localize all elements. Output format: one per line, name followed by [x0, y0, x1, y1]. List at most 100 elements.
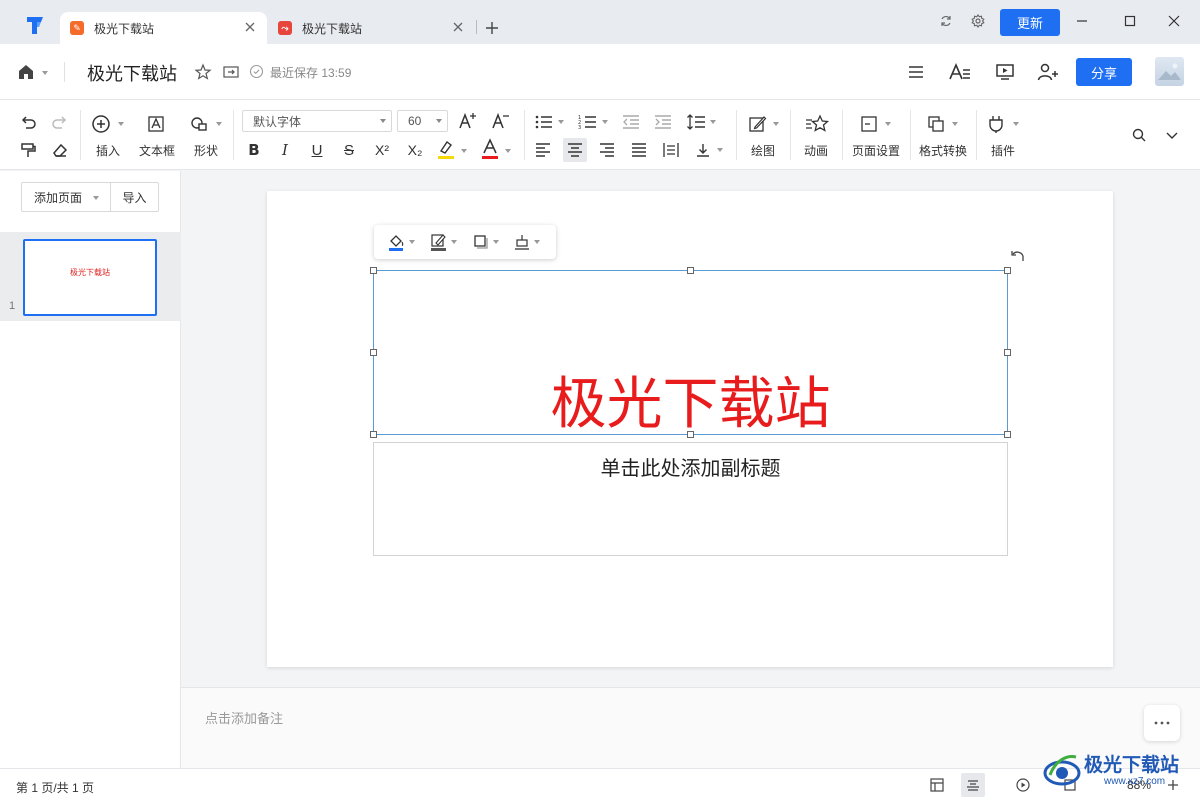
minimize-icon[interactable] — [1069, 8, 1095, 34]
textbox-label[interactable]: 文本框 — [139, 142, 175, 159]
tab-document-2[interactable]: ⤳ 极光下载站 — [268, 12, 475, 44]
highlight-icon[interactable] — [435, 138, 457, 160]
italic-icon[interactable]: I — [274, 139, 296, 161]
draw-label[interactable]: 绘图 — [751, 142, 775, 159]
font-color-dropdown-icon[interactable] — [505, 149, 511, 153]
window-close-icon[interactable] — [1161, 8, 1187, 34]
collapse-toolbar-chevron-icon[interactable] — [1161, 124, 1183, 146]
menu-icon[interactable] — [903, 59, 929, 85]
resize-handle[interactable] — [687, 267, 694, 274]
page-setup-label[interactable]: 页面设置 — [852, 142, 900, 159]
home-dropdown-icon[interactable] — [42, 71, 48, 75]
bullet-list-dropdown-icon[interactable] — [558, 120, 564, 124]
star-icon[interactable] — [190, 59, 216, 85]
textbox-icon[interactable] — [145, 113, 167, 135]
title-textbox[interactable]: 极光下载站 — [370, 267, 1011, 438]
border-color-icon[interactable] — [430, 233, 448, 251]
subscript-icon[interactable]: X₂ — [404, 139, 426, 161]
underline-icon[interactable]: U — [306, 139, 328, 161]
add-collaborator-icon[interactable] — [1035, 59, 1061, 85]
font-family-select[interactable]: 默认字体 — [242, 110, 392, 132]
resize-handle[interactable] — [1004, 431, 1011, 438]
format-convert-label[interactable]: 格式转换 — [919, 142, 967, 159]
numbered-list-dropdown-icon[interactable] — [602, 120, 608, 124]
home-icon[interactable] — [13, 59, 39, 85]
close-icon[interactable] — [451, 20, 465, 34]
resize-handle[interactable] — [370, 349, 377, 356]
resize-handle[interactable] — [370, 431, 377, 438]
slide-thumbnail[interactable]: 极光下载站 — [23, 239, 157, 316]
border-color-dropdown-icon[interactable] — [451, 240, 457, 244]
play-slideshow-icon[interactable] — [1015, 777, 1031, 793]
resize-handle[interactable] — [1004, 349, 1011, 356]
plugin-icon[interactable] — [985, 113, 1007, 135]
numbered-list-icon[interactable]: 123 — [577, 111, 599, 133]
slide[interactable]: 极光下载站 单击此处添加副标题 — [267, 191, 1113, 667]
fill-color-dropdown-icon[interactable] — [409, 240, 415, 244]
font-color-icon[interactable] — [479, 138, 501, 160]
text-format-icon[interactable] — [947, 59, 973, 85]
align-center-icon[interactable] — [563, 138, 587, 162]
rotate-handle-icon[interactable] — [1009, 248, 1027, 266]
shape-dropdown-icon[interactable] — [216, 122, 222, 126]
notes-placeholder[interactable]: 点击添加备注 — [205, 708, 283, 727]
subtitle-textbox[interactable]: 单击此处添加副标题 — [373, 442, 1008, 556]
insert-label[interactable]: 插入 — [96, 142, 120, 159]
distribute-icon[interactable] — [660, 139, 682, 161]
draw-icon[interactable] — [746, 113, 768, 135]
close-icon[interactable] — [243, 20, 257, 34]
document-title[interactable]: 极光下载站 — [87, 60, 177, 86]
format-convert-icon[interactable] — [925, 113, 947, 135]
notes-view-icon[interactable] — [961, 773, 985, 797]
insert-dropdown-icon[interactable] — [118, 122, 124, 126]
shape-icon[interactable] — [188, 113, 210, 135]
superscript-icon[interactable]: X² — [371, 139, 393, 161]
slide-title-text[interactable]: 极光下载站 — [374, 359, 1007, 440]
share-button[interactable]: 分享 — [1076, 58, 1132, 86]
slide-thumbnail-row[interactable]: 1 极光下载站 — [0, 232, 181, 321]
animation-label[interactable]: 动画 — [804, 142, 828, 159]
subtitle-placeholder[interactable]: 单击此处添加副标题 — [374, 452, 1007, 481]
sync-icon[interactable] — [933, 8, 959, 34]
format-painter-icon[interactable] — [17, 139, 39, 161]
plugin-label[interactable]: 插件 — [991, 142, 1015, 159]
plugin-dropdown-icon[interactable] — [1013, 122, 1019, 126]
settings-gear-icon[interactable] — [965, 8, 991, 34]
page-setup-icon[interactable] — [858, 113, 880, 135]
shadow-icon[interactable] — [472, 233, 490, 251]
arrange-align-icon[interactable] — [513, 233, 531, 251]
resize-handle[interactable] — [1004, 267, 1011, 274]
add-page-button[interactable]: 添加页面 — [21, 182, 111, 212]
new-tab-icon[interactable] — [484, 20, 500, 36]
redo-icon[interactable] — [49, 111, 71, 133]
align-right-icon[interactable] — [596, 139, 618, 161]
update-button[interactable]: 更新 — [1000, 9, 1060, 36]
increase-font-size-icon[interactable] — [457, 110, 479, 132]
resize-handle[interactable] — [370, 267, 377, 274]
bold-icon[interactable]: B — [243, 139, 265, 161]
shadow-dropdown-icon[interactable] — [493, 240, 499, 244]
move-to-folder-icon[interactable] — [218, 59, 244, 85]
line-spacing-dropdown-icon[interactable] — [710, 120, 716, 124]
increase-indent-icon[interactable] — [652, 111, 674, 133]
strikethrough-icon[interactable]: S — [338, 139, 360, 161]
decrease-indent-icon[interactable] — [620, 111, 642, 133]
tab-document-1[interactable]: ✎ 极光下载站 — [60, 12, 267, 44]
font-size-select[interactable]: 60 — [397, 110, 448, 132]
highlight-dropdown-icon[interactable] — [461, 149, 467, 153]
format-convert-dropdown-icon[interactable] — [952, 122, 958, 126]
line-spacing-icon[interactable] — [685, 111, 707, 133]
more-options-button[interactable] — [1144, 705, 1180, 741]
app-logo-icon[interactable] — [24, 14, 46, 36]
undo-icon[interactable] — [17, 111, 39, 133]
normal-view-icon[interactable] — [929, 777, 945, 793]
avatar[interactable] — [1155, 57, 1184, 86]
search-icon[interactable] — [1128, 124, 1150, 146]
shape-label[interactable]: 形状 — [194, 142, 218, 159]
animation-star-icon[interactable] — [804, 113, 830, 135]
vertical-align-icon[interactable] — [692, 139, 714, 161]
resize-handle[interactable] — [687, 431, 694, 438]
decrease-font-size-icon[interactable] — [490, 110, 512, 132]
align-left-icon[interactable] — [532, 139, 554, 161]
page-setup-dropdown-icon[interactable] — [885, 122, 891, 126]
